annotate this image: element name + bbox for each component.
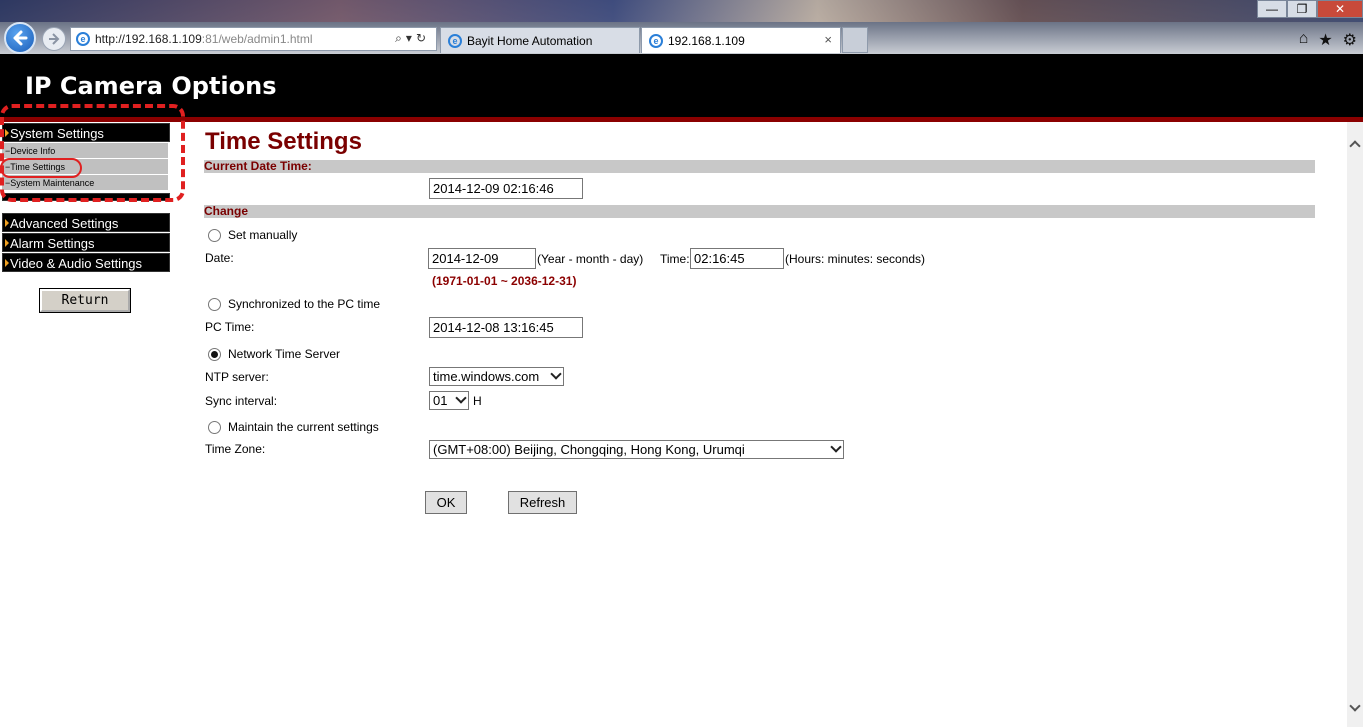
desktop-background	[0, 0, 1363, 22]
ntp-server-value: time.windows.com	[433, 369, 540, 384]
window-controls: — ❐ ✕	[1257, 0, 1363, 18]
forward-button[interactable]	[42, 27, 66, 51]
set-manually-option[interactable]: Set manually	[208, 228, 297, 242]
date-field[interactable]: 2014-12-09	[428, 248, 536, 269]
pc-time-field: 2014-12-08 13:16:45	[429, 317, 583, 338]
ntp-server-label: NTP server:	[205, 370, 269, 384]
address-bar[interactable]: e http://192.168.1.109:81/web/admin1.htm…	[70, 27, 437, 51]
timezone-value: (GMT+08:00) Beijing, Chongqing, Hong Kon…	[433, 442, 745, 457]
main-content: Time Settings Current Date Time: 2014-12…	[0, 122, 1347, 727]
scroll-up-icon[interactable]	[1349, 140, 1361, 152]
back-button[interactable]	[4, 22, 36, 54]
tab-label: Bayit Home Automation	[467, 33, 593, 48]
refresh-icon[interactable]: ↻	[416, 31, 430, 45]
refresh-button[interactable]: Refresh	[508, 491, 577, 514]
vertical-scrollbar[interactable]	[1347, 122, 1363, 727]
ntp-server-select[interactable]: time.windows.com	[429, 367, 564, 386]
arrow-right-icon	[5, 239, 9, 247]
radio-set-manually[interactable]	[208, 228, 221, 242]
tab-active-camera[interactable]: e 192.168.1.109 ×	[641, 27, 841, 53]
scroll-down-icon[interactable]	[1349, 700, 1361, 712]
ok-button[interactable]: OK	[425, 491, 467, 514]
return-button[interactable]: Return	[39, 288, 131, 313]
new-tab-button[interactable]	[842, 27, 868, 53]
sync-interval-select[interactable]: 01	[429, 391, 469, 410]
restore-button[interactable]: ❐	[1287, 0, 1317, 18]
close-window-button[interactable]: ✕	[1317, 0, 1363, 18]
arrow-right-icon	[5, 259, 9, 267]
chevron-down-icon	[550, 368, 562, 380]
sync-pc-option[interactable]: Synchronized to the PC time	[208, 297, 380, 311]
ntp-option-label: Network Time Server	[228, 347, 341, 361]
maintain-option[interactable]: Maintain the current settings	[208, 420, 379, 434]
star-icon[interactable]: ★	[1318, 30, 1332, 50]
arrow-right-icon	[5, 219, 9, 227]
minimize-button[interactable]: —	[1257, 0, 1287, 18]
time-label: Time:	[660, 252, 690, 266]
date-range-note: (1971-01-01 ~ 2036-12-31)	[432, 274, 577, 288]
browser-toolbar-icons: ⌂ ★ ⚙	[1299, 30, 1357, 50]
date-label: Date:	[205, 251, 234, 265]
sync-interval-value: 01	[433, 393, 448, 408]
sidebar-item-advanced-settings[interactable]: Advanced Settings	[2, 213, 170, 232]
tab-label: 192.168.1.109	[668, 33, 745, 48]
chevron-down-icon	[830, 441, 842, 453]
sidebar-item-video-audio-settings[interactable]: Video & Audio Settings	[2, 253, 170, 272]
chevron-down-icon	[455, 392, 467, 404]
dropdown-icon[interactable]: ▾	[406, 31, 416, 45]
browser-chrome: e http://192.168.1.109:81/web/admin1.htm…	[0, 0, 1363, 54]
scrollbar-thumb[interactable]	[1349, 156, 1361, 696]
sidebar-item-label: Alarm Settings	[10, 236, 95, 251]
highlight-annotation	[0, 104, 185, 202]
sidebar-item-alarm-settings[interactable]: Alarm Settings	[2, 233, 170, 252]
ntp-option[interactable]: Network Time Server	[208, 347, 340, 361]
radio-maintain[interactable]	[208, 420, 221, 434]
set-manually-label: Set manually	[228, 228, 298, 242]
pc-time-label: PC Time:	[205, 320, 255, 334]
search-icon[interactable]: ⌕	[395, 31, 406, 45]
maintain-label: Maintain the current settings	[228, 420, 379, 434]
sync-pc-label: Synchronized to the PC time	[228, 297, 381, 311]
address-tools[interactable]: ⌕▾↻	[395, 31, 430, 46]
radio-ntp[interactable]	[208, 347, 221, 361]
timezone-label: Time Zone:	[205, 442, 266, 456]
highlight-oval-annotation	[0, 158, 82, 178]
gear-icon[interactable]: ⚙	[1343, 30, 1357, 50]
ie-icon: e	[448, 33, 462, 48]
time-field[interactable]: 02:16:45	[690, 248, 784, 269]
page-header: IP Camera Options	[0, 54, 1363, 118]
time-hint: (Hours: minutes: seconds)	[785, 252, 926, 266]
sidebar-item-label: Video & Audio Settings	[10, 256, 143, 271]
back-arrow-icon	[13, 30, 28, 46]
current-datetime-band: Current Date Time:	[204, 160, 1315, 173]
tab-bayit-home-automation[interactable]: e Bayit Home Automation	[440, 27, 640, 53]
date-hint: (Year - month - day)	[537, 252, 644, 266]
close-tab-icon[interactable]: ×	[824, 32, 832, 47]
url-text: http://192.168.1.109:81/web/admin1.html	[95, 32, 313, 46]
change-band: Change	[204, 205, 1315, 218]
sync-interval-unit: H	[473, 394, 482, 408]
home-icon[interactable]: ⌂	[1299, 30, 1309, 50]
sync-interval-label: Sync interval:	[205, 394, 278, 408]
ie-icon: e	[76, 32, 90, 46]
ie-icon: e	[649, 33, 663, 48]
radio-sync-pc[interactable]	[208, 297, 221, 311]
page-title: Time Settings	[205, 128, 362, 155]
sidebar-item-label: Advanced Settings	[10, 216, 119, 231]
current-datetime-field: 2014-12-09 02:16:46	[429, 178, 583, 199]
app-title: IP Camera Options	[25, 72, 277, 100]
timezone-select[interactable]: (GMT+08:00) Beijing, Chongqing, Hong Kon…	[429, 440, 844, 459]
forward-arrow-icon	[49, 33, 60, 45]
